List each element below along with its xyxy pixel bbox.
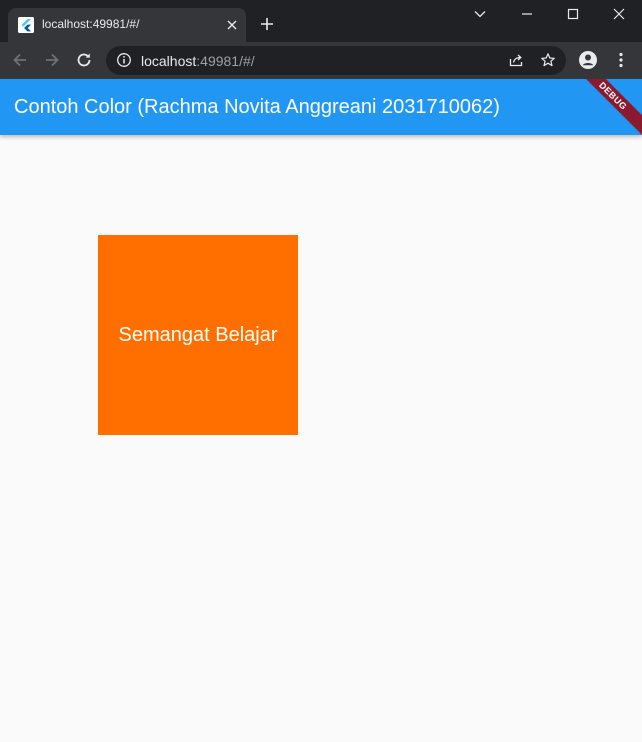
url-host: localhost [141,53,197,69]
browser-tab[interactable]: localhost:49981/#/ [8,8,246,42]
url-path: :49981/#/ [196,53,255,69]
browser-menu-icon[interactable] [611,50,631,70]
tab-title: localhost:49981/#/ [42,17,140,31]
app-bar-title: Contoh Color (Rachma Novita Anggreani 20… [14,96,500,118]
forward-icon[interactable] [42,50,62,70]
container-text: Semangat Belajar [118,323,278,346]
tab-search-icon[interactable] [457,4,503,26]
close-window-icon[interactable] [596,4,642,26]
new-tab-icon[interactable] [258,15,276,33]
maximize-icon[interactable] [550,4,596,26]
browser-toolbar: localhost:49981/#/ [0,42,642,79]
bookmark-star-icon[interactable] [540,52,556,68]
url-text[interactable]: localhost:49981/#/ [141,53,255,69]
back-icon[interactable] [10,50,30,70]
app-bar: Contoh Color (Rachma Novita Anggreani 20… [0,79,642,135]
minimize-icon[interactable] [504,4,550,26]
profile-icon[interactable] [578,50,598,70]
page-viewport: Contoh Color (Rachma Novita Anggreani 20… [0,79,642,742]
address-bar[interactable]: localhost:49981/#/ [106,46,566,75]
share-icon[interactable] [508,52,524,68]
reload-icon[interactable] [74,50,94,70]
tab-strip: localhost:49981/#/ [0,0,642,42]
site-info-icon[interactable] [116,52,132,68]
flutter-icon [18,17,34,33]
close-tab-icon[interactable] [223,16,241,34]
orange-container: Semangat Belajar [98,235,298,435]
